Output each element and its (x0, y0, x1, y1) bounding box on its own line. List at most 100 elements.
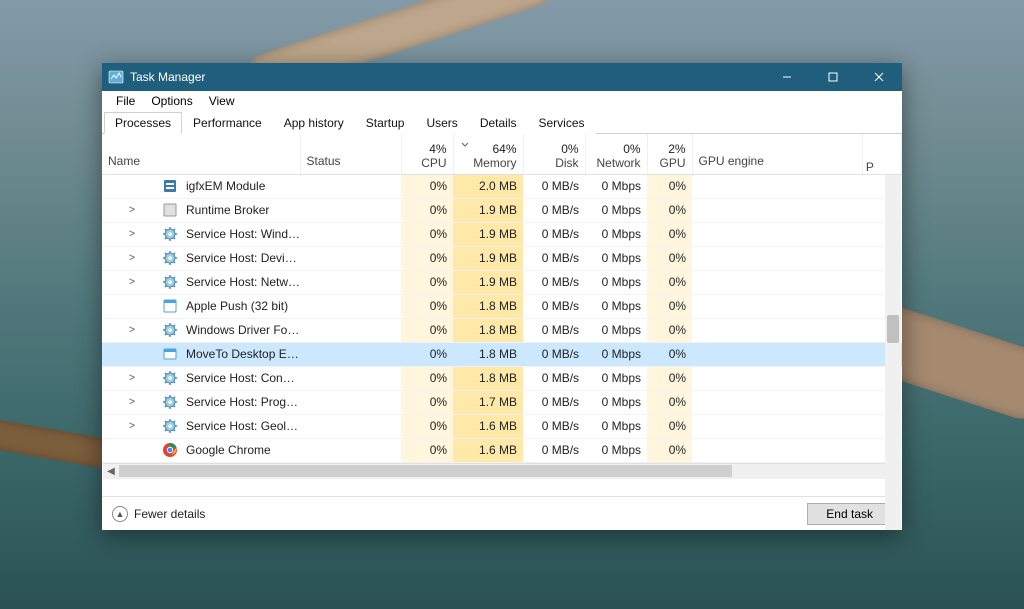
process-name: Service Host: Connected Device... (184, 366, 300, 390)
tab-processes[interactable]: Processes (104, 112, 182, 134)
tab-details[interactable]: Details (469, 112, 528, 134)
cell-disk: 0 MB/s (523, 270, 585, 294)
cell-mem: 1.9 MB (453, 198, 523, 222)
cell-disk: 0 MB/s (523, 366, 585, 390)
cell-cpu: 0% (401, 198, 453, 222)
generic-icon (162, 198, 184, 222)
cell-gpu: 0% (647, 414, 692, 438)
col-memory[interactable]: 64% Memory (453, 134, 523, 174)
cell-net: 0 Mbps (585, 270, 647, 294)
cell-gpu: 0% (647, 174, 692, 198)
maximize-button[interactable] (810, 63, 856, 91)
tab-users[interactable]: Users (415, 112, 468, 134)
cell-cpu: 0% (401, 414, 453, 438)
cell-gpu-engine (692, 414, 862, 438)
gear-icon (162, 270, 184, 294)
chrome-icon (162, 438, 184, 462)
expand-toggle[interactable]: > (102, 246, 162, 270)
fewer-details-link[interactable]: ▲ Fewer details (112, 506, 205, 522)
cell-disk: 0 MB/s (523, 438, 585, 462)
cell-net: 0 Mbps (585, 246, 647, 270)
cell-gpu-engine (692, 246, 862, 270)
menu-file[interactable]: File (108, 92, 143, 110)
window-icon (162, 342, 184, 366)
table-row[interactable]: Google Chrome0%1.6 MB0 MB/s0 Mbps0% (102, 438, 902, 462)
tab-services[interactable]: Services (528, 112, 596, 134)
cell-gpu-engine (692, 222, 862, 246)
expand-toggle (102, 438, 162, 462)
minimize-button[interactable] (764, 63, 810, 91)
table-row[interactable]: >Runtime Broker0%1.9 MB0 MB/s0 Mbps0% (102, 198, 902, 222)
table-row[interactable]: >Service Host: Network List Service0%1.9… (102, 270, 902, 294)
table-row[interactable]: >Windows Driver Foundation - U...0%1.8 M… (102, 318, 902, 342)
tab-app-history[interactable]: App history (273, 112, 355, 134)
cell-cpu: 0% (401, 390, 453, 414)
col-overflow[interactable]: P (862, 134, 901, 174)
window-title: Task Manager (130, 70, 205, 84)
table-row[interactable]: >Service Host: Device Associatio...0%1.9… (102, 246, 902, 270)
vertical-scrollbar[interactable] (885, 175, 901, 530)
cell-cpu: 0% (401, 270, 453, 294)
cell-net: 0 Mbps (585, 342, 647, 366)
expand-toggle[interactable]: > (102, 198, 162, 222)
expand-toggle[interactable]: > (102, 414, 162, 438)
tab-startup[interactable]: Startup (355, 112, 416, 134)
footer-bar: ▲ Fewer details End task (102, 496, 902, 530)
cell-mem: 1.9 MB (453, 246, 523, 270)
table-row[interactable]: >Service Host: Windows Push No...0%1.9 M… (102, 222, 902, 246)
table-row[interactable]: >Service Host: Connected Device...0%1.8 … (102, 366, 902, 390)
close-button[interactable] (856, 63, 902, 91)
cell-net: 0 Mbps (585, 198, 647, 222)
menu-view[interactable]: View (201, 92, 243, 110)
col-gpu-engine[interactable]: GPU engine (692, 134, 862, 174)
cell-cpu: 0% (401, 318, 453, 342)
expand-toggle[interactable]: > (102, 270, 162, 294)
col-network[interactable]: 0% Network (585, 134, 647, 174)
gear-icon (162, 318, 184, 342)
process-status (300, 294, 401, 318)
cell-net: 0 Mbps (585, 222, 647, 246)
process-name: MoveTo Desktop Extension (32 ... (184, 342, 300, 366)
expand-toggle[interactable]: > (102, 390, 162, 414)
col-gpu[interactable]: 2% GPU (647, 134, 692, 174)
gear-icon (162, 390, 184, 414)
expand-toggle[interactable]: > (102, 318, 162, 342)
sort-indicator-icon (460, 138, 470, 148)
cell-gpu: 0% (647, 270, 692, 294)
titlebar[interactable]: Task Manager (102, 63, 902, 91)
menu-options[interactable]: Options (143, 92, 200, 110)
table-row[interactable]: MoveTo Desktop Extension (32 ...0%1.8 MB… (102, 342, 902, 366)
table-row[interactable]: Apple Push (32 bit)0%1.8 MB0 MB/s0 Mbps0… (102, 294, 902, 318)
cell-gpu-engine (692, 438, 862, 462)
process-grid-area: Name Status 4% CPU 64% Memory 0% Disk (102, 134, 902, 496)
cell-gpu-engine (692, 294, 862, 318)
cell-gpu-engine (692, 342, 862, 366)
table-row[interactable]: >Service Host: Geolocation Service0%1.6 … (102, 414, 902, 438)
col-status[interactable]: Status (300, 134, 401, 174)
process-name: Service Host: Program Compati... (184, 390, 300, 414)
col-cpu[interactable]: 4% CPU (401, 134, 453, 174)
process-status (300, 390, 401, 414)
col-disk[interactable]: 0% Disk (523, 134, 585, 174)
cell-gpu: 0% (647, 318, 692, 342)
process-name: Service Host: Network List Service (184, 270, 300, 294)
expand-toggle[interactable]: > (102, 366, 162, 390)
horizontal-scrollbar[interactable]: ◀ ▶ (103, 463, 901, 479)
cell-cpu: 0% (401, 294, 453, 318)
cell-gpu: 0% (647, 342, 692, 366)
col-name[interactable]: Name (102, 134, 300, 174)
cell-gpu-engine (692, 390, 862, 414)
cell-cpu: 0% (401, 366, 453, 390)
process-name: Service Host: Windows Push No... (184, 222, 300, 246)
tab-strip: Processes Performance App history Startu… (102, 111, 902, 134)
table-row[interactable]: igfxEM Module0%2.0 MB0 MB/s0 Mbps0% (102, 174, 902, 198)
cell-disk: 0 MB/s (523, 174, 585, 198)
expand-toggle (102, 174, 162, 198)
cell-disk: 0 MB/s (523, 222, 585, 246)
end-task-button[interactable]: End task (807, 503, 892, 525)
tab-performance[interactable]: Performance (182, 112, 273, 134)
expand-toggle[interactable]: > (102, 222, 162, 246)
module-icon (162, 174, 184, 198)
table-row[interactable]: >Service Host: Program Compati...0%1.7 M… (102, 390, 902, 414)
scroll-left-icon[interactable]: ◀ (103, 463, 119, 479)
